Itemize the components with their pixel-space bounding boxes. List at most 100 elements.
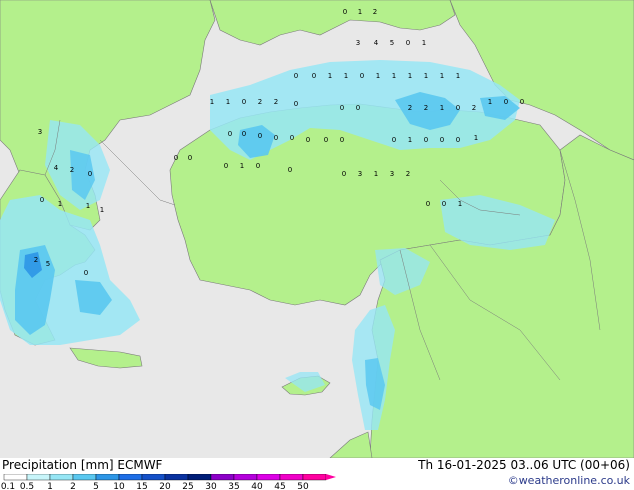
- rain-value-label: 1: [240, 162, 244, 170]
- rain-value-label: 1: [474, 134, 478, 142]
- rain-value-label: 0: [290, 134, 294, 142]
- legend-swatch: [302, 474, 327, 481]
- rain-value-label: 2: [373, 8, 377, 16]
- legend-label: 15: [136, 482, 147, 490]
- rain-value-label: 1: [440, 72, 444, 80]
- rain-value-label: 0: [188, 154, 192, 162]
- rain-value-label: 0: [224, 162, 228, 170]
- legend-arrow: [326, 474, 336, 480]
- rain-value-label: 0: [342, 170, 346, 178]
- rain-value-label: 0: [256, 162, 260, 170]
- legend-swatch: [187, 474, 212, 481]
- legend-label: 5: [93, 482, 99, 490]
- rain-value-label: 1: [392, 72, 396, 80]
- legend-label: 20: [159, 482, 171, 490]
- legend-swatch: [49, 474, 74, 481]
- rain-value-label: 0: [406, 39, 410, 47]
- legend-swatch: [164, 474, 189, 481]
- rain-value-label: 1: [408, 136, 412, 144]
- forecast-timestamp: Th 16-01-2025 03..06 UTC (00+06): [418, 458, 630, 472]
- legend-label: 0.1: [1, 482, 15, 490]
- rain-value-label: 0: [242, 98, 246, 106]
- rain-value-label: 1: [408, 72, 412, 80]
- rain-value-label: 0: [442, 200, 446, 208]
- legend-label: 35: [228, 482, 239, 490]
- legend-swatch: [118, 474, 143, 481]
- rain-value-label: 0: [174, 154, 178, 162]
- legend-label: 2: [70, 482, 76, 490]
- rain-value-label: 1: [374, 170, 378, 178]
- legend-label: 1: [47, 482, 53, 490]
- rain-value-label: 2: [258, 98, 262, 106]
- rain-value-label: 5: [390, 39, 394, 47]
- rain-value-label: 0: [343, 8, 347, 16]
- rain-value-label: 2: [408, 104, 412, 112]
- rain-value-label: 0: [440, 136, 444, 144]
- rain-value-label: 0: [228, 130, 232, 138]
- credit-link[interactable]: ©weatheronline.co.uk: [508, 474, 630, 487]
- legend-label: 30: [205, 482, 217, 490]
- legend-label: 40: [251, 482, 263, 490]
- rain-value-label: 1: [424, 72, 428, 80]
- rain-value-label: 2: [424, 104, 428, 112]
- rain-value-label: 1: [456, 72, 460, 80]
- rain-value-label: 0: [258, 132, 262, 140]
- map-title: Precipitation [mm] ECMWF: [2, 458, 163, 472]
- rain-value-label: 2: [70, 166, 74, 174]
- rain-value-label: 1: [376, 72, 380, 80]
- rain-value-label: 0: [426, 200, 430, 208]
- rain-value-label: 1: [226, 98, 230, 106]
- rain-value-label: 0: [294, 100, 298, 108]
- rain-value-label: 3: [356, 39, 360, 47]
- rain-value-label: 0: [504, 98, 508, 106]
- rain-value-label: 0: [456, 104, 460, 112]
- rain-value-label: 0: [360, 72, 364, 80]
- rain-value-label: 0: [288, 166, 292, 174]
- rain-value-label: 0: [274, 134, 278, 142]
- map-widget: 0123450100110111111221021001102200000000…: [0, 0, 634, 490]
- legend-label: 10: [113, 482, 125, 490]
- rain-value-label: 2: [34, 256, 38, 264]
- rain-value-label: 2: [472, 104, 476, 112]
- rain-value-label: 1: [58, 200, 62, 208]
- rain-value-label: 0: [356, 104, 360, 112]
- rain-value-label: 0: [324, 136, 328, 144]
- rain-value-label: 1: [344, 72, 348, 80]
- rain-value-label: 0: [340, 136, 344, 144]
- rain-value-label: 1: [86, 202, 90, 210]
- rain-value-label: 0: [84, 269, 88, 277]
- legend-label: 25: [182, 482, 193, 490]
- rain-value-label: 1: [440, 104, 444, 112]
- rain-value-label: 0: [520, 98, 524, 106]
- precipitation-map[interactable]: 0 1 2 3 4 5 0 1 0 0 1 1 0 1 1 1 1 1 1 2 2 1 0 2 1 0 0 1 1 0 2 2 0 0 0 0 0 0 0 0…: [0, 0, 634, 458]
- legend-swatch: [210, 474, 235, 481]
- legend-swatch: [141, 474, 166, 481]
- rain-value-label: 4: [374, 39, 379, 47]
- rain-value-label: 1: [100, 206, 104, 214]
- rain-value-label: 2: [274, 98, 278, 106]
- rain-value-label: 0: [88, 170, 92, 178]
- legend-label: 0.5: [20, 482, 34, 490]
- rain-value-label: 3: [390, 170, 394, 178]
- footer-bar: Precipitation [mm] ECMWF Th 16-01-2025 0…: [0, 458, 634, 490]
- rain-value-label: 1: [210, 98, 214, 106]
- precipitation-legend: 0.1 0.5 1 2 5 10 15 20 25 30 35 40 45 50: [1, 474, 336, 490]
- rain-value-label: 2: [406, 170, 410, 178]
- legend-swatch: [233, 474, 258, 481]
- rain-value-label: 3: [38, 128, 42, 136]
- rain-value-label: 1: [328, 72, 332, 80]
- legend-label: 45: [274, 482, 285, 490]
- rain-value-label: 0: [392, 136, 396, 144]
- rain-value-label: 4: [54, 164, 59, 172]
- legend-label: 50: [297, 482, 309, 490]
- legend-swatch: [95, 474, 120, 481]
- rain-value-label: 0: [340, 104, 344, 112]
- legend-swatch: [279, 474, 304, 481]
- rain-value-label: 0: [424, 136, 428, 144]
- rain-value-label: 0: [456, 136, 460, 144]
- legend-swatch: [256, 474, 281, 481]
- rain-value-label: 0: [40, 196, 44, 204]
- rain-value-label: 1: [358, 8, 362, 16]
- rain-value-label: 0: [294, 72, 298, 80]
- legend-swatch: [72, 474, 97, 481]
